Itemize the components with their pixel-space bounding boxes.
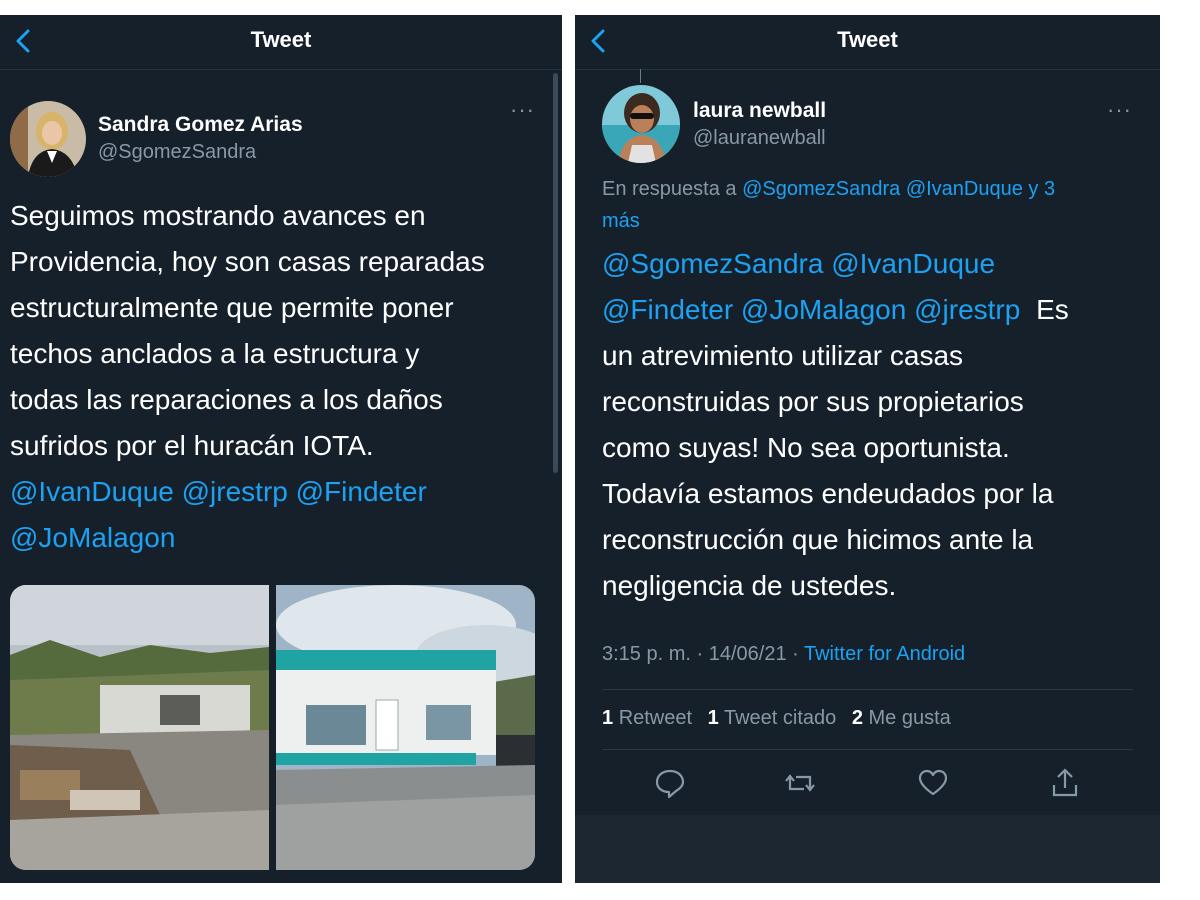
mention-links[interactable]: @IvanDuque @jrestrp @Findeter: [10, 469, 550, 515]
quotes-count: 1: [707, 707, 719, 729]
avatar[interactable]: [602, 85, 680, 163]
reply-mentions-more[interactable]: más: [602, 210, 640, 232]
divider: [602, 689, 1133, 690]
quotes-label: Tweet citado: [723, 707, 837, 729]
retweets-stat[interactable]: 1 Retweet: [602, 707, 692, 729]
author-name[interactable]: Sandra Gomez Arias: [98, 113, 303, 137]
reply-prefix: En respuesta a: [602, 178, 737, 200]
retweets-label: Retweet: [618, 707, 693, 729]
like-icon[interactable]: [913, 763, 953, 803]
left-tweet-panel: Tweet Sandra Gomez Arias @SgomezSandra ·…: [0, 15, 562, 883]
tweet-media[interactable]: [10, 585, 535, 870]
share-icon[interactable]: [1045, 763, 1085, 803]
tweet-meta: 3:15 p. m. · 14/06/21 · Twitter for Andr…: [602, 643, 965, 666]
tweet-text-fragment: Es: [1036, 294, 1069, 325]
tweet-text-line: @Findeter @JoMalagon @jrestrp Es: [602, 287, 1152, 333]
tweet-text-line: Seguimos mostrando avances en: [10, 200, 426, 231]
tweet-source[interactable]: Twitter for Android: [804, 643, 965, 665]
tweet-text-line: sufridos por el huracán IOTA.: [10, 430, 374, 461]
mention-links[interactable]: @Findeter @JoMalagon @jrestrp: [602, 294, 1020, 325]
left-header: Tweet: [0, 15, 562, 70]
mention-links[interactable]: @SgomezSandra @IvanDuque: [602, 241, 1152, 287]
photo-repaired-house[interactable]: [276, 585, 535, 870]
engagement-stats: 1 Retweet 1 Tweet citado 2 Me gusta: [602, 707, 951, 730]
retweets-count: 1: [602, 707, 614, 729]
page-title: Tweet: [837, 27, 898, 52]
mention-links[interactable]: @JoMalagon: [10, 515, 550, 561]
tweet-text-line: todas las reparaciones a los daños: [10, 384, 443, 415]
tweet-text-line: reconstruidas por sus propietarios: [602, 386, 1024, 417]
tweet-text-line: negligencia de ustedes.: [602, 570, 897, 601]
tweet-text-line: estructuralmente que permite poner: [10, 292, 454, 323]
photo-damaged-house[interactable]: [10, 585, 269, 870]
more-icon[interactable]: ···: [510, 97, 535, 123]
tweet-text-line: reconstrucción que hicimos ante la: [602, 524, 1034, 555]
tweet-text-line: un atrevimiento utilizar casas: [602, 340, 964, 371]
quotes-stat[interactable]: 1 Tweet citado: [708, 707, 837, 729]
tweet-text-line: techos anclados a la estructura y: [10, 338, 420, 369]
timestamp[interactable]: 3:15 p. m. · 14/06/21 ·: [602, 643, 799, 665]
page-title: Tweet: [250, 27, 312, 52]
likes-label: Me gusta: [868, 707, 951, 729]
reply-area-placeholder: [575, 815, 1160, 883]
more-icon[interactable]: ···: [1107, 97, 1132, 123]
reply-context: En respuesta a @SgomezSandra @IvanDuque …: [602, 173, 1122, 237]
tweet-text-line: Todavía estamos endeudados por la: [602, 478, 1054, 509]
right-tweet-panel: Tweet laura newball @lauranewball ··· En…: [575, 15, 1160, 883]
tweet-text: Seguimos mostrando avances en Providenci…: [10, 193, 550, 561]
reply-mentions[interactable]: @SgomezSandra @IvanDuque y 3: [742, 178, 1055, 200]
author-handle[interactable]: @SgomezSandra: [98, 141, 256, 164]
scrollbar[interactable]: [553, 73, 558, 473]
tweet-text-line: Providencia, hoy son casas reparadas: [10, 246, 485, 277]
tweet-actions: [575, 763, 1160, 813]
thread-connector-line: [640, 69, 641, 83]
tweet-text: @SgomezSandra @IvanDuque @Findeter @JoMa…: [602, 241, 1152, 609]
retweet-icon[interactable]: [780, 763, 820, 803]
tweet-text-line: como suyas! No sea oportunista.: [602, 432, 1010, 463]
right-header: Tweet: [575, 15, 1160, 70]
likes-count: 2: [851, 707, 863, 729]
divider: [602, 749, 1133, 750]
likes-stat[interactable]: 2 Me gusta: [852, 707, 951, 729]
author-name[interactable]: laura newball: [693, 99, 826, 123]
author-handle[interactable]: @lauranewball: [693, 127, 826, 150]
reply-icon[interactable]: [650, 763, 690, 803]
avatar[interactable]: [10, 101, 86, 177]
